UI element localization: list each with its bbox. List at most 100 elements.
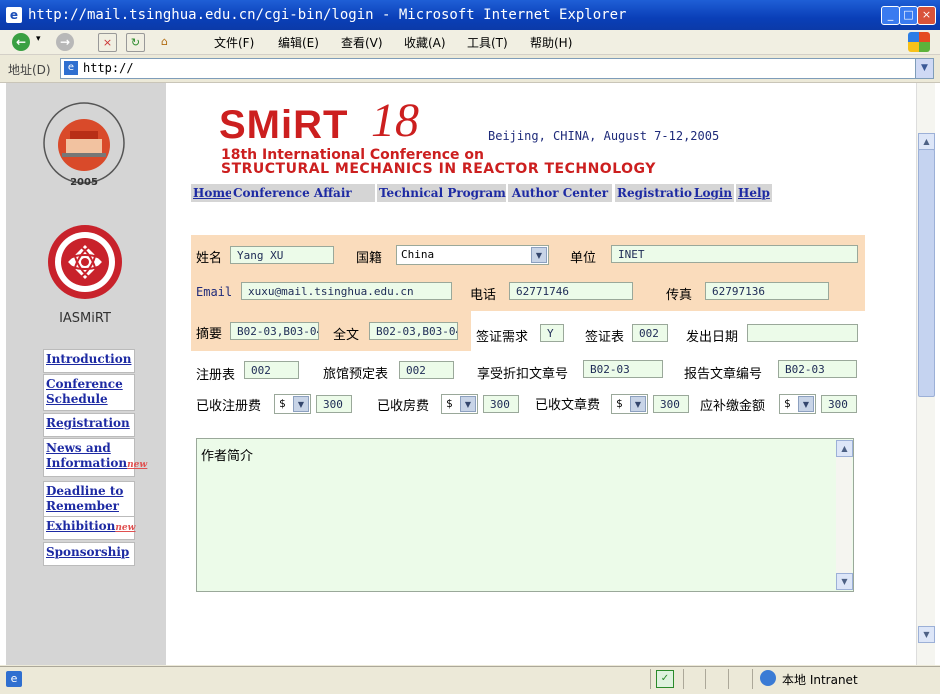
nav-link[interactable]: Conference Schedule: [44, 375, 134, 409]
left-nav-registration[interactable]: Registration: [43, 413, 135, 437]
menu-favorites[interactable]: 收藏(A): [404, 34, 446, 51]
unit-field[interactable]: INET: [611, 245, 858, 263]
topnav-conference-affair[interactable]: Conference Affair: [231, 184, 375, 202]
fulltext-field[interactable]: B02-03,B03-04: [369, 322, 458, 340]
fee-room-currency-select[interactable]: $ ▼: [441, 394, 478, 414]
page-status-icon: e: [6, 671, 22, 687]
visa-field[interactable]: Y: [540, 324, 564, 342]
chevron-down-icon[interactable]: ▼: [630, 396, 646, 412]
abstract-label: 摘要: [196, 327, 223, 342]
visa-form-field[interactable]: 002: [632, 324, 668, 342]
menu-edit[interactable]: 编辑(E): [278, 34, 319, 51]
fee-reg-field[interactable]: 300: [316, 395, 352, 413]
home-icon[interactable]: ⌂: [156, 33, 173, 50]
topnav-author-center[interactable]: Author Center: [508, 184, 612, 202]
iasmirt-logo-icon: [48, 225, 122, 299]
nav-link[interactable]: Introduction: [44, 350, 134, 369]
menu-bar: ← ▾ → × ↻ ⌂ 文件(F) 编辑(E) 查看(V) 收藏(A) 工具(T…: [0, 30, 940, 55]
address-bar: 地址(D) e http:// ▼: [0, 55, 940, 83]
window-title: http://mail.tsinghua.edu.cn/cgi-bin/logi…: [28, 7, 627, 23]
issue-date-field[interactable]: [747, 324, 858, 342]
windows-logo-icon: [908, 32, 930, 52]
menu-help[interactable]: 帮助(H): [530, 34, 572, 51]
nav-label: News and Information: [46, 441, 128, 470]
topnav-registration[interactable]: Registration: [615, 184, 703, 202]
nav-link[interactable]: Deadline to Remember: [44, 482, 134, 516]
forward-icon[interactable]: →: [56, 33, 74, 51]
close-button[interactable]: ×: [917, 6, 936, 25]
chevron-down-icon[interactable]: ▼: [293, 396, 309, 412]
topnav-technical-program[interactable]: Technical Program: [377, 184, 506, 202]
currency-value: $: [446, 397, 453, 410]
status-divider: [683, 669, 684, 689]
left-nav-conference-schedule[interactable]: Conference Schedule: [43, 374, 135, 411]
discount-field[interactable]: B02-03: [583, 360, 663, 378]
page-icon: e: [64, 61, 78, 75]
topnav-home[interactable]: Home: [191, 184, 235, 202]
nav-link[interactable]: Registration: [44, 414, 134, 433]
back-icon[interactable]: ←: [12, 33, 30, 51]
back-dropdown-icon[interactable]: ▾: [36, 34, 41, 44]
topnav-login[interactable]: Login: [692, 184, 735, 202]
left-nav-exhibition[interactable]: Exhibitionnew: [43, 516, 135, 540]
scroll-down-icon[interactable]: ▼: [836, 573, 853, 590]
menu-tools[interactable]: 工具(T): [467, 34, 508, 51]
refresh-icon[interactable]: ↻: [126, 33, 145, 52]
left-nav-introduction[interactable]: Introduction: [43, 349, 135, 373]
visa-form-label: 签证表: [585, 330, 625, 345]
nav-link[interactable]: Exhibitionnew: [44, 517, 136, 538]
minimize-button[interactable]: _: [881, 6, 900, 25]
fulltext-label: 全文: [333, 328, 360, 343]
email-field[interactable]: xuxu@mail.tsinghua.edu.cn: [241, 282, 452, 300]
report-field[interactable]: B02-03: [778, 360, 857, 378]
phone-label: 电话: [470, 288, 497, 303]
name-field[interactable]: Yang XU: [230, 246, 334, 264]
new-badge: new: [115, 523, 136, 533]
fax-label: 传真: [666, 288, 693, 303]
fee-due-currency-select[interactable]: $ ▼: [779, 394, 816, 414]
fee-room-field[interactable]: 300: [483, 395, 519, 413]
scroll-down-icon[interactable]: ▼: [918, 626, 935, 643]
fax-field[interactable]: 62797136: [705, 282, 829, 300]
reg-form-field[interactable]: 002: [244, 361, 299, 379]
maximize-button[interactable]: □: [899, 6, 918, 25]
bio-scrollbar[interactable]: ▲ ▼: [836, 440, 853, 590]
scroll-thumb[interactable]: [918, 149, 935, 397]
nation-value: China: [401, 248, 435, 261]
chevron-down-icon[interactable]: ▼: [798, 396, 814, 412]
title-bar[interactable]: e http://mail.tsinghua.edu.cn/cgi-bin/lo…: [0, 0, 940, 30]
nation-select[interactable]: China ▼: [396, 245, 549, 265]
chevron-down-icon[interactable]: ▼: [531, 247, 547, 263]
fee-room-label: 已收房费: [377, 399, 430, 414]
fee-paper-field[interactable]: 300: [653, 395, 689, 413]
svg-text:2005: 2005: [70, 177, 98, 188]
page-scrollbar[interactable]: ▲ ▼: [916, 83, 935, 665]
discount-label: 享受折扣文章号: [477, 367, 569, 382]
hotel-field[interactable]: 002: [399, 361, 454, 379]
topnav-help[interactable]: Help: [736, 184, 772, 202]
address-dropdown-button[interactable]: ▼: [915, 58, 934, 79]
menu-view[interactable]: 查看(V): [341, 34, 383, 51]
left-nav-sponsorship[interactable]: Sponsorship: [43, 542, 135, 566]
menu-file[interactable]: 文件(F): [214, 34, 254, 51]
bio-textarea[interactable]: 作者简介 ▲ ▼: [196, 438, 854, 592]
conference-title-line2: STRUCTURAL MECHANICS IN REACTOR TECHNOLO…: [221, 161, 656, 177]
phone-field[interactable]: 62771746: [509, 282, 633, 300]
status-divider: [728, 669, 729, 689]
nav-link[interactable]: Sponsorship: [44, 543, 134, 562]
stop-icon[interactable]: ×: [98, 33, 117, 52]
fee-reg-label: 已收注册费: [196, 399, 262, 414]
scroll-up-icon[interactable]: ▲: [918, 133, 935, 150]
chevron-down-icon[interactable]: ▼: [460, 396, 476, 412]
left-nav-deadline[interactable]: Deadline to Remember: [43, 481, 135, 518]
nav-link[interactable]: News and Informationnew: [44, 439, 147, 475]
fee-reg-currency-select[interactable]: $ ▼: [274, 394, 311, 414]
left-nav-news[interactable]: News and Informationnew: [43, 438, 147, 477]
ie-icon: e: [6, 7, 22, 23]
scroll-up-icon[interactable]: ▲: [836, 440, 853, 457]
fee-due-field[interactable]: 300: [821, 395, 857, 413]
abstract-field[interactable]: B02-03,B03-04: [230, 322, 319, 340]
report-label: 报告文章编号: [684, 367, 763, 382]
fee-paper-currency-select[interactable]: $ ▼: [611, 394, 648, 414]
address-input[interactable]: e http://: [60, 58, 916, 79]
